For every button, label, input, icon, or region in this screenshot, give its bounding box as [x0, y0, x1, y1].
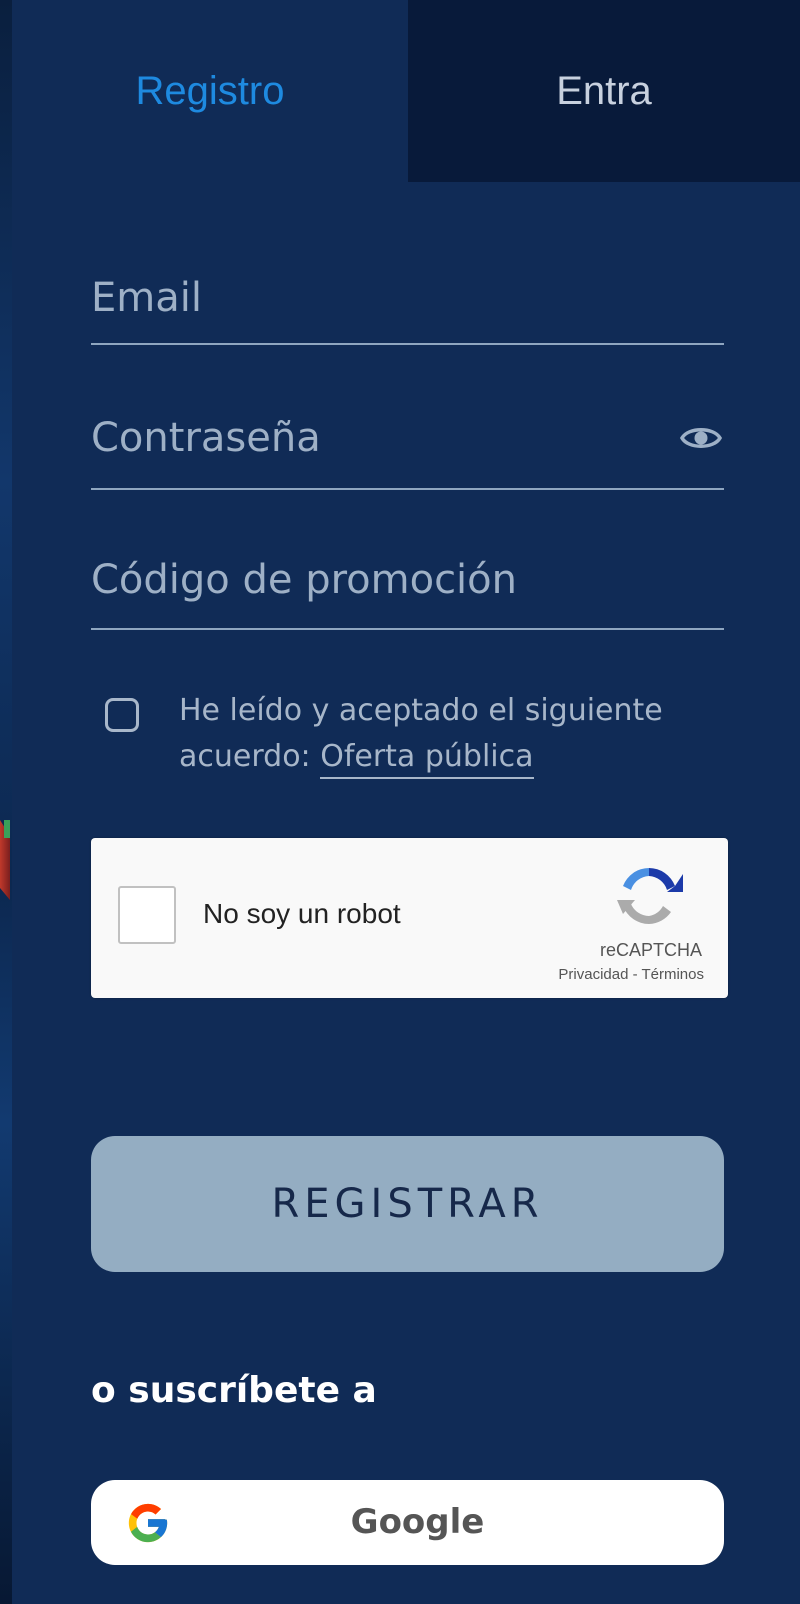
page: Registro Entra He leído y aceptado el si…: [0, 0, 800, 1604]
recaptcha-widget: No soy un robot reCAPTCHA Privacidad - T…: [91, 838, 728, 998]
auth-tabs: Registro Entra: [12, 0, 800, 182]
register-button[interactable]: REGISTRAR: [91, 1136, 724, 1272]
background-image-strip: [0, 0, 12, 1604]
tab-login[interactable]: Entra: [408, 0, 800, 182]
email-field-wrapper: [91, 268, 724, 345]
terms-checkbox[interactable]: [105, 698, 139, 732]
promo-code-input[interactable]: [91, 550, 724, 610]
registration-panel: Registro Entra He leído y aceptado el si…: [12, 0, 800, 1604]
public-offer-link[interactable]: Oferta pública: [320, 739, 534, 779]
email-input[interactable]: [91, 268, 724, 328]
google-signup-label: Google: [350, 1502, 485, 1542]
recaptcha-label: No soy un robot: [203, 898, 401, 929]
recaptcha-logo-icon: [613, 860, 685, 932]
tab-register[interactable]: Registro: [12, 0, 408, 182]
password-input[interactable]: [91, 408, 651, 468]
background-decoration: [4, 820, 10, 838]
recaptcha-checkbox[interactable]: [118, 886, 176, 944]
terms-text: He leído y aceptado el siguiente acuerdo…: [179, 688, 699, 780]
social-signup-heading: o suscríbete a: [91, 1370, 377, 1411]
password-field-wrapper: [91, 408, 724, 490]
eye-icon[interactable]: [680, 422, 722, 454]
recaptcha-privacy-terms-links[interactable]: Privacidad - Términos: [558, 966, 704, 983]
recaptcha-brand: reCAPTCHA: [599, 940, 702, 960]
google-signup-button[interactable]: Google: [91, 1480, 724, 1565]
promo-code-field-wrapper: [91, 550, 724, 630]
